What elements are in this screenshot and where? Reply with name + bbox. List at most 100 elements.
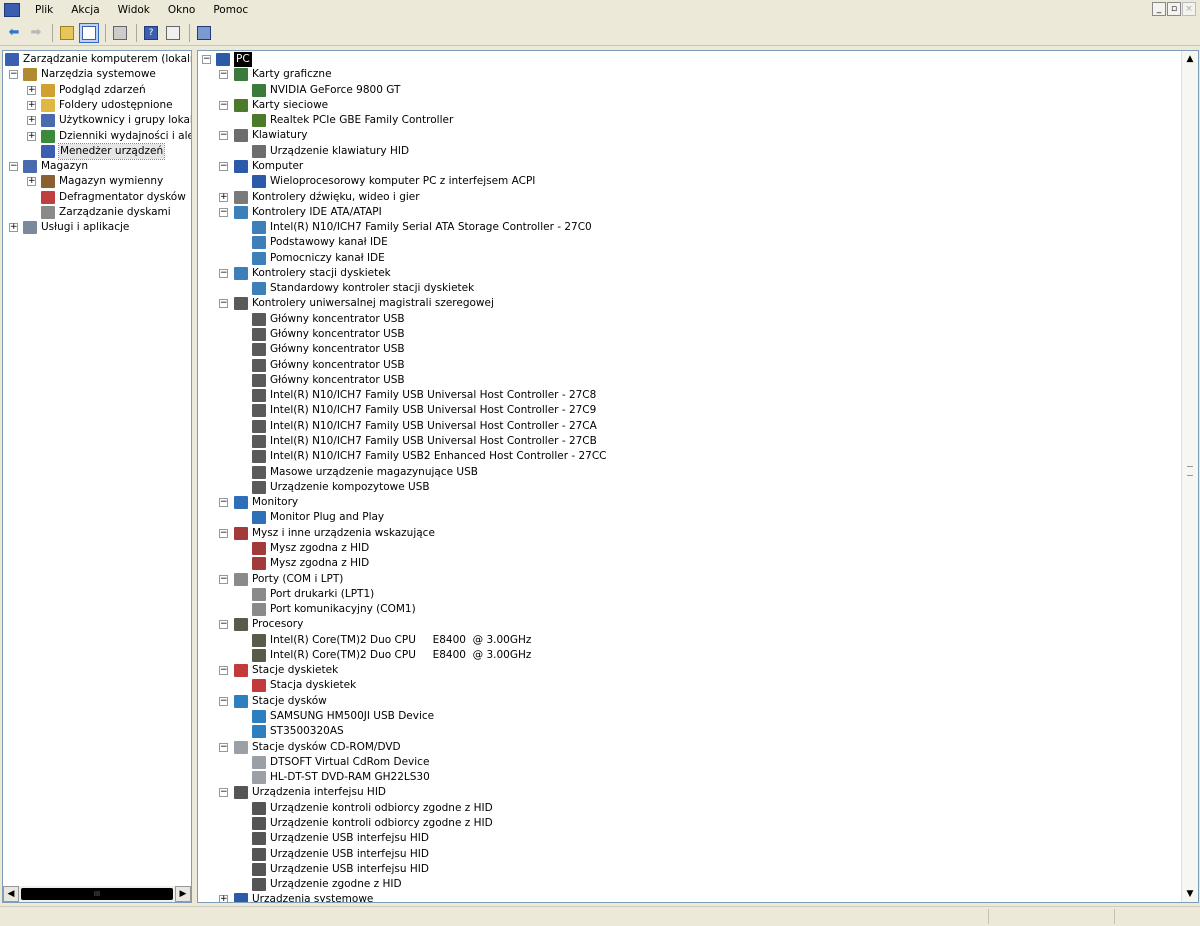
device-item[interactable]: HL-DT-ST DVD-RAM GH22LS30 <box>252 770 430 785</box>
device-item[interactable]: Intel(R) Core(TM)2 Duo CPU E8400 @ 3.00G… <box>252 633 531 648</box>
device-item[interactable]: DTSOFT Virtual CdRom Device <box>252 755 429 770</box>
device-item[interactable]: Intel(R) N10/ICH7 Family USB2 Enhanced H… <box>252 449 607 464</box>
tree-item[interactable]: Defragmentator dysków <box>41 190 186 205</box>
device-item[interactable]: Urządzenie kompozytowe USB <box>252 480 430 495</box>
device-item[interactable]: Monitor Plug and Play <box>252 510 384 525</box>
device-item[interactable]: Główny koncentrator USB <box>252 358 405 373</box>
device-item[interactable]: Urządzenie kontroli odbiorcy zgodne z HI… <box>252 801 493 816</box>
expand-toggle-icon[interactable]: − <box>219 268 228 278</box>
expand-toggle-icon[interactable]: − <box>219 299 228 309</box>
device-category[interactable]: Urządzenia interfejsu HID <box>234 785 386 800</box>
device-item[interactable]: Standardowy kontroler stacji dyskietek <box>252 281 474 296</box>
menu-action[interactable]: Akcja <box>62 0 108 20</box>
tree-item[interactable]: Foldery udostępnione <box>41 98 173 113</box>
menu-view[interactable]: Widok <box>109 0 159 20</box>
expand-toggle-icon[interactable]: + <box>27 85 36 95</box>
device-category[interactable]: Urządzenia systemowe <box>234 892 373 902</box>
expand-toggle-icon[interactable]: + <box>27 177 36 187</box>
device-item[interactable]: Główny koncentrator USB <box>252 373 405 388</box>
scroll-thumb-grip[interactable] <box>1187 466 1193 476</box>
scroll-right-button[interactable]: ▶ <box>175 886 191 902</box>
close-button[interactable]: × <box>1182 2 1196 16</box>
expand-toggle-icon[interactable]: + <box>219 895 228 902</box>
menu-help[interactable]: Pomoc <box>204 0 257 20</box>
device-category[interactable]: Komputer <box>234 159 303 174</box>
device-category[interactable]: Porty (COM i LPT) <box>234 572 343 587</box>
arrow-right-icon[interactable]: ➡ <box>26 23 46 43</box>
device-item[interactable]: Realtek PCIe GBE Family Controller <box>252 113 453 128</box>
tree-item[interactable]: Narzędzia systemowe <box>23 67 156 82</box>
device-item[interactable]: Mysz zgodna z HID <box>252 556 369 571</box>
expand-toggle-icon[interactable]: − <box>219 161 228 171</box>
device-category[interactable]: Karty graficzne <box>234 67 332 82</box>
device-item[interactable]: NVIDIA GeForce 9800 GT <box>252 83 400 98</box>
device-category[interactable]: Kontrolery IDE ATA/ATAPI <box>234 205 382 220</box>
device-item[interactable]: Mysz zgodna z HID <box>252 541 369 556</box>
device-category[interactable]: Kontrolery uniwersalnej magistrali szere… <box>234 296 494 311</box>
menu-window[interactable]: Okno <box>159 0 204 20</box>
menu-file[interactable]: Plik <box>26 0 62 20</box>
device-item[interactable]: Intel(R) N10/ICH7 Family USB Universal H… <box>252 434 597 449</box>
device-item[interactable]: Urządzenie USB interfejsu HID <box>252 831 429 846</box>
up-folder-icon[interactable] <box>57 23 77 43</box>
print-icon[interactable] <box>110 23 130 43</box>
expand-toggle-icon[interactable]: − <box>9 70 18 80</box>
tree-item[interactable]: Menedżer urządzeń <box>41 142 166 160</box>
expand-toggle-icon[interactable]: − <box>219 742 228 752</box>
expand-toggle-icon[interactable]: − <box>219 207 228 217</box>
expand-toggle-icon[interactable]: − <box>202 55 211 64</box>
expand-toggle-icon[interactable]: − <box>219 574 228 584</box>
expand-toggle-icon[interactable]: − <box>219 528 228 538</box>
scroll-down-button[interactable]: ▼ <box>1182 886 1198 902</box>
device-category[interactable]: Kontrolery dźwięku, wideo i gier <box>234 190 420 205</box>
device-item[interactable]: ST3500320AS <box>252 724 344 739</box>
properties-icon[interactable] <box>194 23 214 43</box>
device-item[interactable]: Urządzenie klawiatury HID <box>252 144 409 159</box>
show-tree-icon[interactable] <box>79 22 99 43</box>
expand-toggle-icon[interactable]: + <box>219 192 228 202</box>
expand-toggle-icon[interactable]: + <box>27 116 36 126</box>
device-item[interactable]: Podstawowy kanał IDE <box>252 235 388 250</box>
device-item[interactable]: Urządzenie kontroli odbiorcy zgodne z HI… <box>252 816 493 831</box>
arrow-left-icon[interactable]: ⬅ <box>4 23 24 43</box>
device-item[interactable]: SAMSUNG HM500JI USB Device <box>252 709 434 724</box>
device-category[interactable]: Stacje dyskietek <box>234 663 338 678</box>
device-item[interactable]: Stacja dyskietek <box>252 678 356 693</box>
expand-toggle-icon[interactable]: − <box>219 666 228 676</box>
expand-toggle-icon[interactable]: − <box>219 498 228 508</box>
device-item[interactable]: Urządzenie USB interfejsu HID <box>252 847 429 862</box>
restore-button[interactable]: ▫ <box>1167 2 1181 16</box>
expand-toggle-icon[interactable]: − <box>219 620 228 630</box>
device-item[interactable]: Masowe urządzenie magazynujące USB <box>252 465 478 480</box>
tree-item[interactable]: Magazyn <box>23 159 88 174</box>
tree-item[interactable]: Użytkownicy i grupy lokalne <box>41 113 191 128</box>
horizontal-scrollbar[interactable]: ◀ III ▶ <box>3 886 191 902</box>
expand-toggle-icon[interactable]: − <box>219 696 228 706</box>
minimize-button[interactable]: _ <box>1152 2 1166 16</box>
device-category[interactable]: Karty sieciowe <box>234 98 328 113</box>
help-icon[interactable]: ? <box>141 23 161 43</box>
device-item[interactable]: Główny koncentrator USB <box>252 312 405 327</box>
device-item[interactable]: Główny koncentrator USB <box>252 327 405 342</box>
device-item[interactable]: Pomocniczy kanał IDE <box>252 251 385 266</box>
device-category[interactable]: Stacje dysków <box>234 694 327 709</box>
expand-toggle-icon[interactable]: + <box>9 223 18 233</box>
tree-item[interactable]: Dzienniki wydajności i alerty <box>41 129 191 144</box>
device-item[interactable]: Intel(R) N10/ICH7 Family USB Universal H… <box>252 388 596 403</box>
device-item[interactable]: Główny koncentrator USB <box>252 342 405 357</box>
tree-item[interactable]: Zarządzanie dyskami <box>41 205 171 220</box>
expand-toggle-icon[interactable]: + <box>27 100 36 110</box>
scroll-left-button[interactable]: ◀ <box>3 886 19 902</box>
device-tree-root[interactable]: PC <box>216 52 252 67</box>
device-category[interactable]: Kontrolery stacji dyskietek <box>234 266 391 281</box>
expand-toggle-icon[interactable]: − <box>9 162 18 172</box>
device-item[interactable]: Intel(R) N10/ICH7 Family USB Universal H… <box>252 403 596 418</box>
tree-item[interactable]: Podgląd zdarzeń <box>41 83 146 98</box>
device-category[interactable]: Stacje dysków CD-ROM/DVD <box>234 740 401 755</box>
tree-item[interactable]: Zarządzanie komputerem (lokalne) <box>5 52 191 67</box>
device-category[interactable]: Mysz i inne urządzenia wskazujące <box>234 526 435 541</box>
expand-toggle-icon[interactable]: + <box>27 131 36 141</box>
scroll-up-button[interactable]: ▲ <box>1182 51 1198 67</box>
device-item[interactable]: Intel(R) Core(TM)2 Duo CPU E8400 @ 3.00G… <box>252 648 531 663</box>
device-category[interactable]: Klawiatury <box>234 128 307 143</box>
